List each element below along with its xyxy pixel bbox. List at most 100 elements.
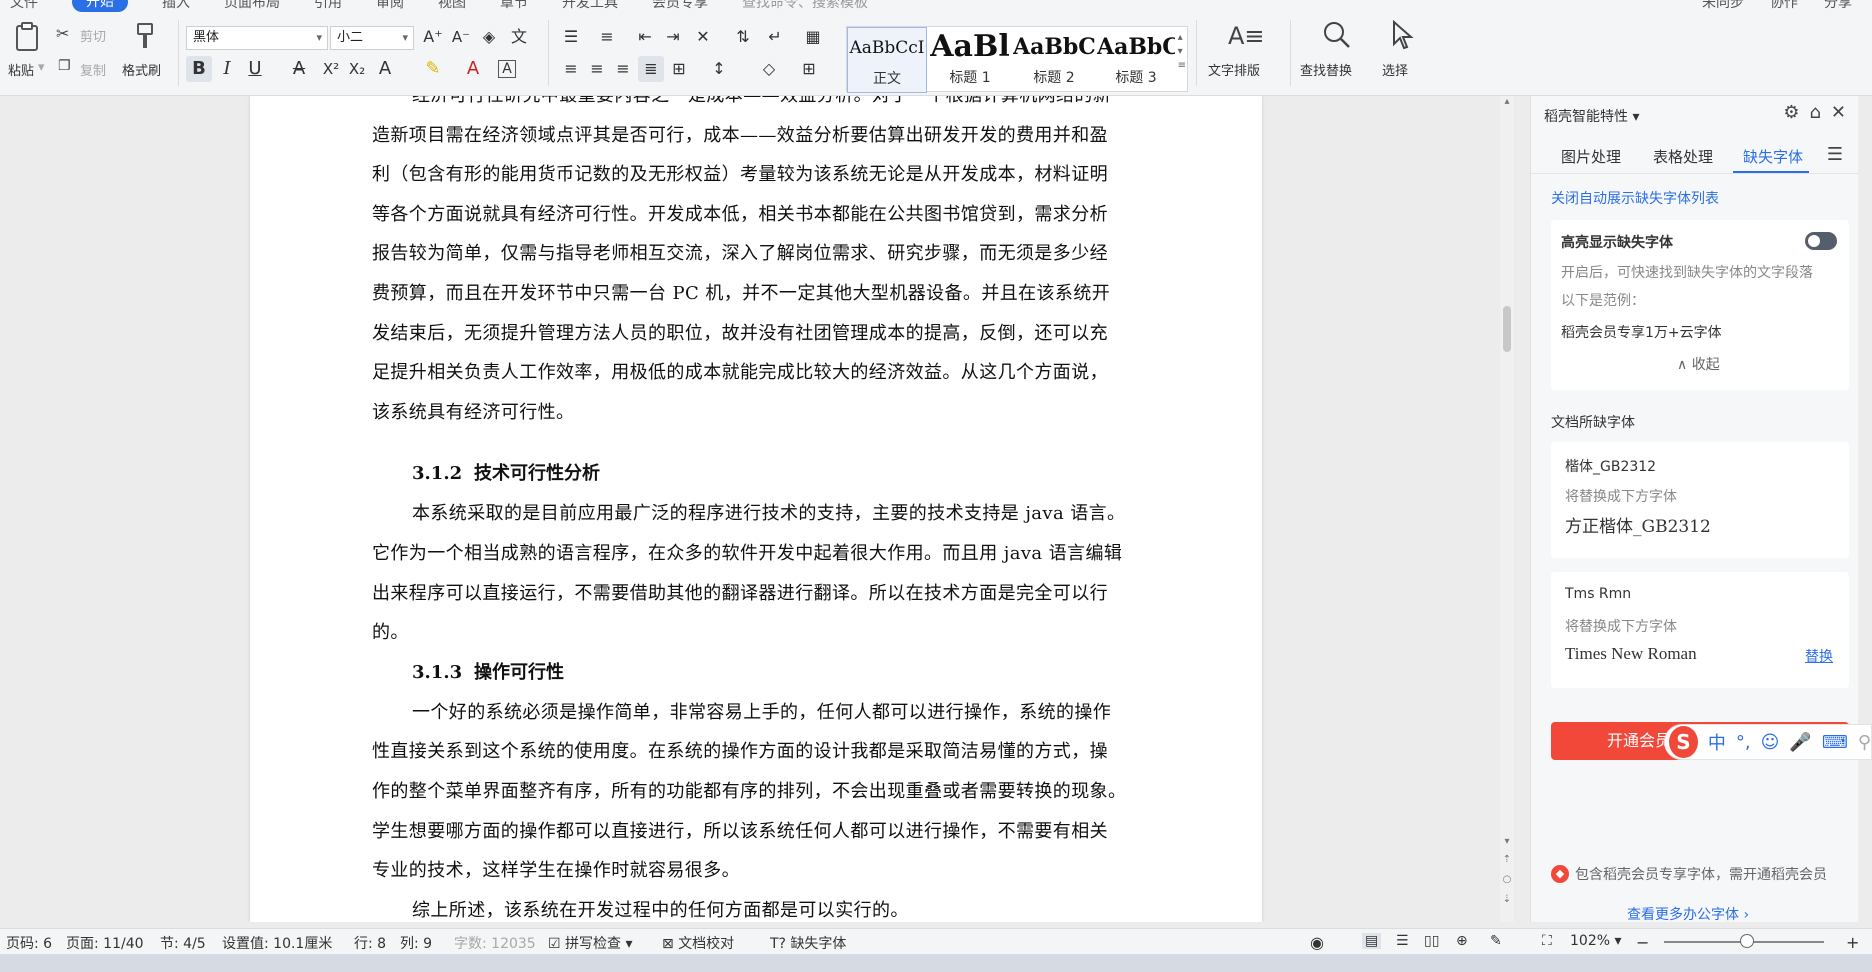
command-search[interactable]: 查找命令、搜索模板 (742, 0, 868, 12)
bold-button[interactable]: B (186, 56, 212, 82)
border-icon[interactable]: ⊞ (796, 56, 822, 82)
menu-member[interactable]: 会员专享 (652, 0, 708, 12)
tab-missing-fonts[interactable]: 缺失字体 (1743, 146, 1803, 167)
char-border-button[interactable]: A (498, 60, 516, 78)
text-layout-button[interactable]: 文字排版 (1208, 60, 1260, 79)
show-marks-icon[interactable]: ↵ (762, 24, 788, 50)
menu-view[interactable]: 视图 (438, 0, 466, 12)
close-icon[interactable]: ✕ (1831, 102, 1846, 123)
next-page-icon[interactable]: ⇣ (1500, 894, 1514, 905)
subscript-button[interactable]: X₂ (344, 56, 370, 82)
align-right-icon[interactable]: ≡ (610, 56, 636, 82)
highlight-icon[interactable]: ✎ (420, 56, 446, 82)
shrink-font-icon[interactable]: A⁻ (448, 24, 474, 50)
italic-button[interactable]: I (214, 56, 240, 82)
style-heading-3[interactable]: AaBbC 标题 3 (1097, 27, 1175, 93)
sogou-logo-icon[interactable]: S (1669, 726, 1698, 758)
zoom-level[interactable]: 102% ▾ (1570, 933, 1622, 949)
replace-link[interactable]: 替换 (1805, 646, 1833, 666)
style-normal[interactable]: AaBbCcI 正文 (847, 27, 927, 93)
distribute-icon[interactable]: ⊞ (666, 56, 692, 82)
menu-reference[interactable]: 引用 (314, 0, 342, 12)
sort-icon[interactable]: ⇅ (730, 24, 756, 50)
find-replace-button[interactable]: 查找替换 (1300, 60, 1352, 79)
pin-icon[interactable]: ⌂ (1809, 102, 1820, 123)
format-painter-icon[interactable] (132, 20, 158, 52)
copy-button[interactable]: 复制 (80, 60, 106, 79)
zoom-out-icon[interactable]: − (1636, 933, 1649, 952)
share-button[interactable]: 分享 (1824, 0, 1852, 12)
align-center-icon[interactable]: ≡ (584, 56, 610, 82)
phonetic-icon[interactable]: 文 (506, 24, 532, 50)
scissors-icon[interactable]: ✂ (56, 24, 69, 43)
format-painter-button[interactable]: 格式刷 (122, 60, 161, 79)
superscript-button[interactable]: X² (318, 56, 344, 82)
paste-button[interactable]: 粘贴 (8, 60, 34, 79)
collab-button[interactable]: 协作 (1770, 0, 1798, 12)
font-name-combo[interactable]: 黑体 (186, 26, 328, 50)
tab-table-processing[interactable]: 表格处理 (1653, 146, 1713, 167)
ime-more-icon[interactable]: ⚲ (1858, 732, 1871, 753)
menu-file[interactable]: 文件 (10, 0, 38, 12)
outline-view-icon[interactable]: ☰ (1396, 933, 1409, 949)
style-heading-2[interactable]: AaBbC 标题 2 (1013, 27, 1095, 93)
page-count[interactable]: 页面: 11/40 (66, 933, 144, 953)
pen-icon[interactable]: ✎ (1490, 933, 1502, 949)
number-list-icon[interactable]: ≡ (594, 24, 620, 50)
highlight-toggle[interactable] (1805, 232, 1837, 250)
scroll-up-icon[interactable]: ▴ (1500, 96, 1514, 107)
emoji-icon[interactable]: ☺ (1761, 732, 1780, 753)
missing-font-status[interactable]: T? 缺失字体 (770, 933, 846, 953)
browse-object-icon[interactable]: ○ (1500, 874, 1514, 885)
shading-icon[interactable]: ◇ (756, 56, 782, 82)
text-layout-icon[interactable]: A≡ (1228, 22, 1265, 50)
tab-image-processing[interactable]: 图片处理 (1561, 146, 1621, 167)
scrollbar-thumb[interactable] (1503, 306, 1511, 352)
menu-review[interactable]: 审阅 (376, 0, 404, 12)
strikethrough-button[interactable]: A (286, 56, 312, 82)
sync-status[interactable]: 未同步 (1702, 0, 1744, 12)
row-indicator[interactable]: 行: 8 (354, 933, 386, 953)
search-icon[interactable] (1322, 20, 1352, 50)
spell-check-button[interactable]: ☑ 拼写检查 ▾ (548, 933, 633, 953)
align-left-icon[interactable]: ≡ (558, 56, 584, 82)
punctuation-icon[interactable]: °, (1736, 732, 1751, 753)
microphone-icon[interactable]: 🎤 (1789, 732, 1811, 753)
word-count[interactable]: 字数: 12035 (454, 933, 536, 953)
page-view-icon[interactable]: ▤ (1362, 933, 1382, 949)
font-color-button[interactable]: A (460, 56, 486, 82)
gear-icon[interactable]: ⚙ (1783, 102, 1799, 123)
paste-dropdown[interactable]: ▾ (38, 60, 45, 75)
zoom-slider-knob[interactable] (1740, 934, 1754, 948)
cursor-select-icon[interactable] (1390, 20, 1414, 50)
copy-icon[interactable]: ❐ (58, 58, 71, 74)
collapse-button[interactable]: ∧ 收起 (1677, 354, 1720, 374)
increase-indent-icon[interactable]: ⇥ (660, 24, 686, 50)
panel-title[interactable]: 稻壳智能特性 ▾ (1544, 106, 1639, 126)
menu-layout[interactable]: 页面布局 (224, 0, 280, 12)
col-indicator[interactable]: 列: 9 (400, 933, 432, 953)
keyboard-icon[interactable]: ⌨ (1822, 732, 1848, 753)
menu-home[interactable]: 开始 (72, 0, 128, 12)
page-code[interactable]: 页码: 6 (6, 933, 52, 953)
doc-proof-button[interactable]: ⊠ 文档校对 (662, 933, 734, 953)
zoom-in-icon[interactable]: + (1846, 933, 1859, 952)
select-button[interactable]: 选择 (1382, 60, 1408, 79)
gallery-scroll-icon[interactable]: ▴ ▾ ≡ (1178, 31, 1186, 73)
eye-protect-icon[interactable]: ◉ (1310, 933, 1324, 952)
paste-icon[interactable] (12, 20, 42, 52)
menu-chapter[interactable]: 章节 (500, 0, 528, 12)
document-page[interactable]: 经济可行性研究中最重要内容之一是成本——效益分析。对于一个根据计算机网络的新 造… (250, 96, 1262, 922)
ime-mode[interactable]: 中 (1708, 729, 1726, 755)
menu-insert[interactable]: 插入 (162, 0, 190, 12)
decrease-indent-icon[interactable]: ⇤ (632, 24, 658, 50)
scroll-down-icon[interactable]: ▾ (1500, 836, 1514, 847)
document-body[interactable]: 经济可行性研究中最重要内容之一是成本——效益分析。对于一个根据计算机网络的新 造… (372, 96, 1190, 922)
line-spacing-icon[interactable]: ↕ (706, 56, 732, 82)
text-effect-button[interactable]: A (372, 56, 398, 82)
document-scrollbar[interactable]: ▴ ▾ ⇡ ○ ⇣ (1500, 96, 1514, 922)
setting-value[interactable]: 设置值: 10.1厘米 (222, 933, 332, 953)
cut-button[interactable]: 剪切 (80, 26, 106, 45)
table-draw-icon[interactable]: ▦ (800, 24, 826, 50)
align-justify-icon[interactable]: ≣ (638, 56, 664, 82)
